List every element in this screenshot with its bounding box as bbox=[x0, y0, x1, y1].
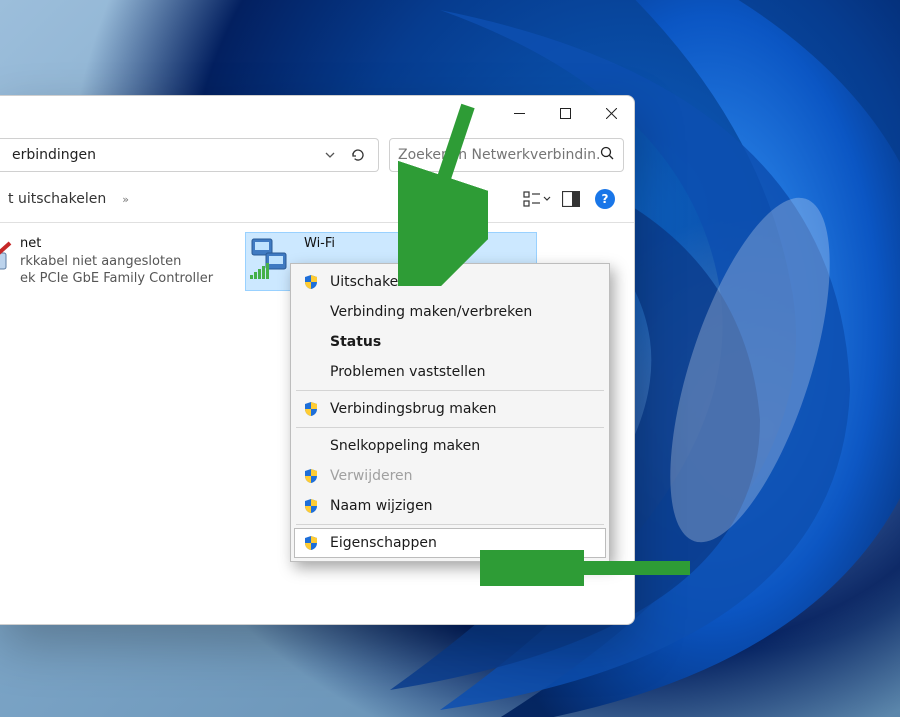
ethernet-icon bbox=[0, 235, 16, 283]
navigation-row: erbindingen bbox=[0, 136, 634, 180]
view-options-button[interactable] bbox=[520, 184, 554, 214]
context-menu-item[interactable]: Problemen vaststellen bbox=[294, 357, 606, 387]
close-button[interactable] bbox=[588, 96, 634, 130]
toolbar-overflow-button[interactable]: » bbox=[114, 189, 137, 210]
icon-slot bbox=[302, 303, 320, 321]
search-box[interactable] bbox=[389, 138, 624, 172]
shield-icon bbox=[302, 467, 320, 485]
explorer-window: erbindingen t uitschakelen » bbox=[0, 95, 635, 625]
context-menu-item-label: Verbindingsbrug maken bbox=[330, 401, 592, 417]
context-menu-item-label: Uitschakelen bbox=[330, 274, 592, 290]
context-menu-item[interactable]: Uitschakelen bbox=[294, 267, 606, 297]
minimize-button[interactable] bbox=[496, 96, 542, 130]
adapter-name: Wi-Fi bbox=[304, 235, 335, 253]
context-menu: Uitschakelen Verbinding maken/verbreken St… bbox=[290, 263, 610, 562]
maximize-button[interactable] bbox=[542, 96, 588, 130]
refresh-icon[interactable] bbox=[344, 141, 372, 169]
icon-slot bbox=[302, 363, 320, 381]
context-menu-item-label: Problemen vaststellen bbox=[330, 364, 592, 380]
wifi-icon bbox=[248, 235, 296, 283]
context-menu-item-label: Snelkoppeling maken bbox=[330, 438, 592, 454]
context-menu-item-label: Verwijderen bbox=[330, 468, 592, 484]
adapter-status: rkkabel niet aangesloten bbox=[20, 253, 213, 271]
content-area: net rkkabel niet aangesloten ek PCIe GbE… bbox=[0, 223, 634, 624]
context-menu-item[interactable]: Verbinding maken/verbreken bbox=[294, 297, 606, 327]
preview-pane-button[interactable] bbox=[554, 184, 588, 214]
context-menu-item[interactable]: Verbindingsbrug maken bbox=[294, 394, 606, 424]
disable-label: t uitschakelen bbox=[8, 191, 106, 207]
shield-icon bbox=[302, 534, 320, 552]
search-input[interactable] bbox=[398, 147, 599, 163]
adapter-name: net bbox=[20, 235, 213, 253]
context-menu-separator bbox=[296, 390, 604, 391]
context-menu-item-label: Eigenschappen bbox=[330, 535, 592, 551]
adapter-ethernet[interactable]: net rkkabel niet aangesloten ek PCIe GbE… bbox=[0, 233, 226, 290]
titlebar bbox=[0, 96, 634, 136]
context-menu-separator bbox=[296, 427, 604, 428]
search-icon[interactable] bbox=[599, 145, 615, 165]
icon-slot bbox=[302, 333, 320, 351]
shield-icon bbox=[302, 497, 320, 515]
context-menu-item[interactable]: Naam wijzigen bbox=[294, 491, 606, 521]
context-menu-item[interactable]: Snelkoppeling maken bbox=[294, 431, 606, 461]
help-button[interactable]: ? bbox=[588, 184, 622, 214]
context-menu-item[interactable]: Eigenschappen bbox=[294, 528, 606, 558]
context-menu-item-label: Verbinding maken/verbreken bbox=[330, 304, 592, 320]
disable-network-device-button[interactable]: t uitschakelen bbox=[0, 187, 114, 211]
address-path: erbindingen bbox=[6, 147, 316, 163]
toolbar: t uitschakelen » ? bbox=[0, 180, 634, 223]
context-menu-item-label: Status bbox=[330, 334, 592, 350]
chevron-down-icon[interactable] bbox=[316, 141, 344, 169]
shield-icon bbox=[302, 400, 320, 418]
context-menu-item[interactable]: Status bbox=[294, 327, 606, 357]
context-menu-item: Verwijderen bbox=[294, 461, 606, 491]
adapter-device: ek PCIe GbE Family Controller bbox=[20, 270, 213, 288]
icon-slot bbox=[302, 437, 320, 455]
address-bar[interactable]: erbindingen bbox=[0, 138, 379, 172]
context-menu-item-label: Naam wijzigen bbox=[330, 498, 592, 514]
context-menu-separator bbox=[296, 524, 604, 525]
shield-icon bbox=[302, 273, 320, 291]
help-icon: ? bbox=[595, 189, 615, 209]
